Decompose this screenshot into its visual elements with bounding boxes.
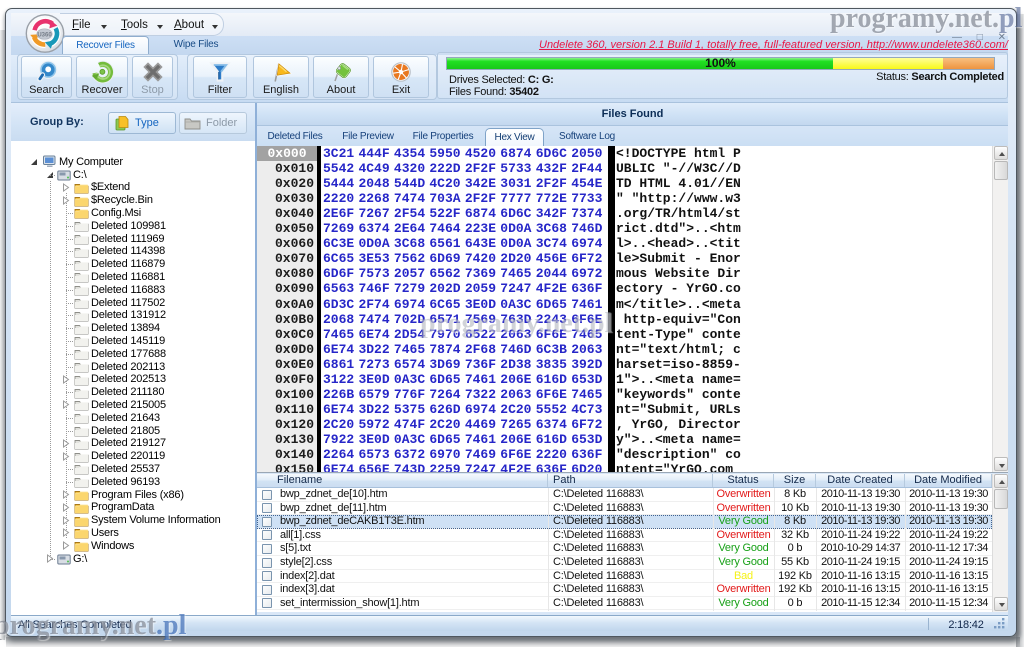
- svg-text:U360: U360: [37, 32, 52, 38]
